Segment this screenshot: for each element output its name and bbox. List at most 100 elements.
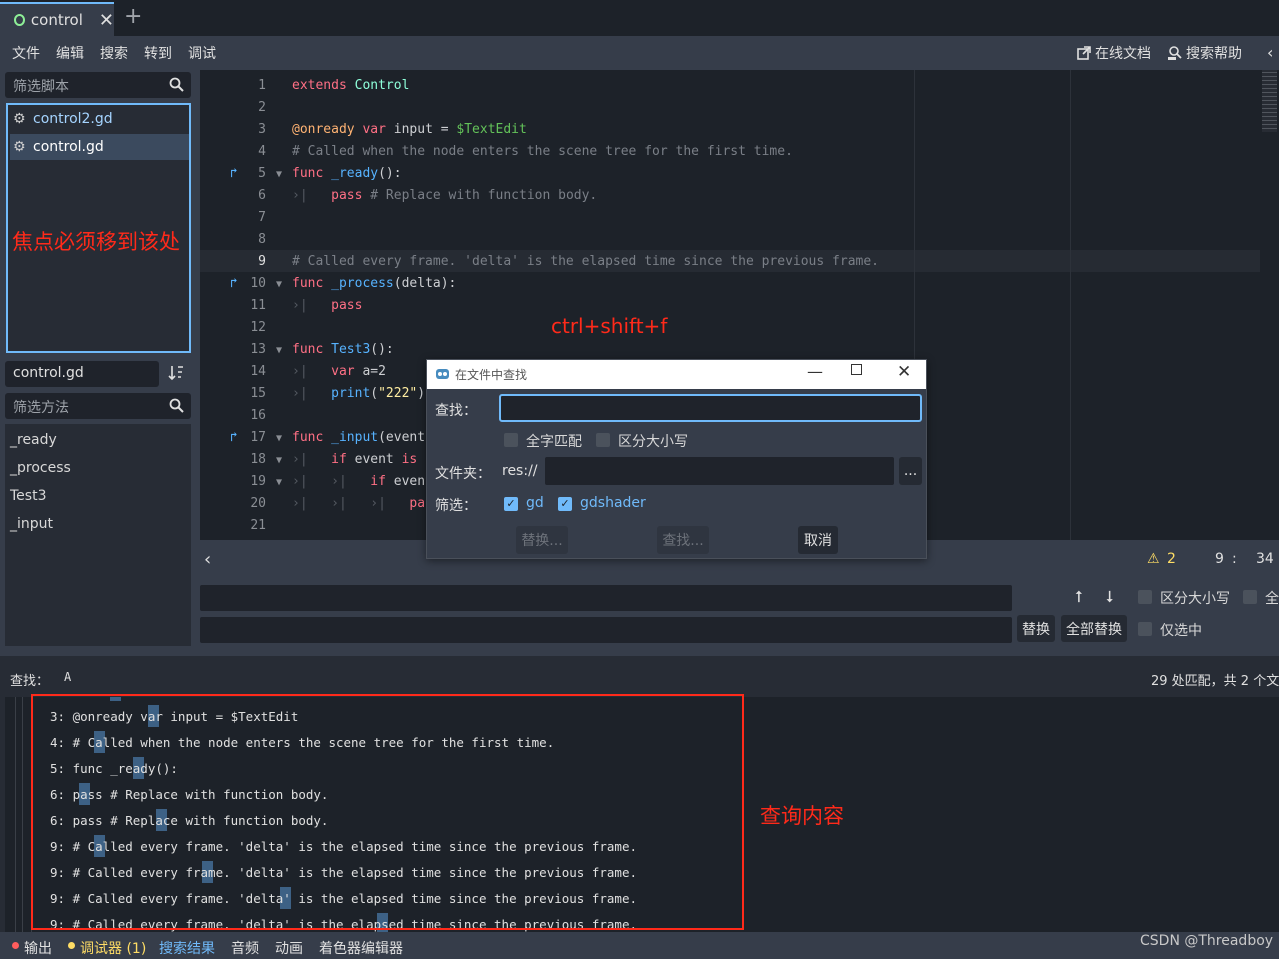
script-item-control[interactable]: ⚙ control.gd	[10, 134, 189, 160]
scripts-filter-input[interactable]: 筛选脚本	[5, 72, 191, 98]
folder-prefix: res://	[502, 463, 538, 479]
whole-words-label: 全	[1265, 591, 1279, 607]
folder-field[interactable]	[545, 457, 894, 485]
tab-control[interactable]: control ✕	[0, 2, 114, 36]
find-label: 查找：	[435, 403, 477, 419]
selection-only-label: 仅选中	[1160, 623, 1202, 639]
previous-match-icon[interactable]: ⭡	[1075, 587, 1083, 607]
online-docs-label: 在线文档	[1095, 46, 1151, 62]
search-help-button[interactable]: 搜索帮助	[1168, 43, 1242, 63]
replace-all-button[interactable]: 全部替换	[1061, 615, 1127, 642]
line-number: 1	[258, 78, 266, 93]
close-icon[interactable]: ✕	[99, 10, 114, 31]
find-files-button[interactable]: 查找...	[657, 526, 709, 554]
method-item[interactable]: Test3	[10, 488, 46, 504]
line-number: 13	[250, 342, 266, 357]
connection-arrow-icon[interactable]: ↱	[230, 430, 238, 445]
tab-animation[interactable]: 动画	[275, 938, 303, 958]
add-tab-icon[interactable]: +	[124, 4, 142, 29]
browse-button[interactable]: ...	[899, 457, 922, 485]
methods-list[interactable]: _ready _process Test3 _input	[5, 424, 191, 646]
find-input[interactable]	[200, 585, 1012, 611]
scene-ring-icon	[14, 14, 25, 26]
current-file-field: control.gd	[5, 361, 159, 387]
cancel-button[interactable]: 取消	[798, 526, 838, 554]
shortcut-annotation: ctrl+shift+f	[551, 314, 668, 338]
script-item-control2[interactable]: ⚙ control2.gd	[10, 106, 189, 132]
fold-chevron-icon[interactable]: ▼	[276, 169, 282, 180]
code-line-1: extends Control	[292, 78, 410, 93]
line-number: 6	[258, 188, 266, 203]
line-number: 14	[250, 364, 266, 379]
find-in-files-dialog: 在文件中查找 — ✕ 查找： 全字匹配 区分大小写 文件夹： res:// ..…	[426, 359, 927, 559]
code-line-10: func _process(delta):	[292, 276, 457, 291]
next-match-icon[interactable]: ⭣	[1106, 587, 1114, 607]
line-number: 16	[250, 408, 266, 423]
tab-search-results[interactable]: 搜索结果	[159, 938, 215, 958]
sort-icon[interactable]	[168, 364, 184, 382]
filter-gd-checkbox[interactable]: ✓	[504, 497, 518, 511]
online-docs-button[interactable]: 在线文档	[1077, 43, 1151, 63]
match-case-checkbox[interactable]	[1138, 590, 1152, 604]
code-line-15: ›| print("222")	[292, 386, 426, 401]
warning-icon[interactable]: ⚠	[1147, 551, 1160, 567]
menu-debug[interactable]: 调试	[188, 43, 216, 63]
whole-words-checkbox[interactable]	[504, 433, 518, 447]
tab-output[interactable]: 输出	[24, 938, 52, 958]
method-item[interactable]: _ready	[10, 432, 57, 448]
methods-filter-input[interactable]: 筛选方法	[5, 393, 191, 419]
connection-arrow-icon[interactable]: ↱	[230, 276, 238, 291]
dialog-titlebar[interactable]: 在文件中查找 — ✕	[427, 360, 926, 389]
code-line-6: ›| pass # Replace with function body.	[292, 188, 598, 203]
menu-file[interactable]: 文件	[12, 43, 40, 63]
filter-gdshader-checkbox[interactable]: ✓	[558, 497, 572, 511]
fold-chevron-icon[interactable]: ▼	[276, 433, 282, 444]
minimize-icon[interactable]: —	[807, 362, 823, 381]
fold-chevron-icon[interactable]: ▼	[276, 477, 282, 488]
godot-logo-icon	[436, 369, 449, 379]
find-field[interactable]	[499, 394, 922, 422]
filter-gd-label: gd	[526, 495, 544, 511]
menu-search[interactable]: 搜索	[100, 43, 128, 63]
collapse-chevron-icon[interactable]: ‹	[1267, 43, 1273, 62]
line-number: 7	[258, 210, 266, 225]
line-number: 19	[250, 474, 266, 489]
gear-icon: ⚙	[13, 139, 26, 155]
fold-chevron-icon[interactable]: ▼	[276, 279, 282, 290]
gear-icon: ⚙	[13, 111, 26, 127]
maximize-icon[interactable]	[851, 364, 862, 375]
match-case-checkbox[interactable]	[596, 433, 610, 447]
error-dot-icon	[12, 942, 19, 949]
fold-chevron-icon[interactable]: ▼	[276, 345, 282, 356]
whole-words-checkbox[interactable]	[1243, 590, 1257, 604]
menu-goto[interactable]: 转到	[144, 43, 172, 63]
cursor-line: 9	[1215, 551, 1224, 567]
menu-edit[interactable]: 编辑	[56, 43, 84, 63]
fold-chevron-icon[interactable]: ▼	[276, 455, 282, 466]
replace-button[interactable]: 替换	[1017, 615, 1055, 642]
code-line-11: ›| pass	[292, 298, 363, 313]
tab-debugger[interactable]: 调试器 (1)	[80, 938, 146, 958]
selection-only-checkbox[interactable]	[1138, 622, 1152, 636]
minimap[interactable]	[1260, 70, 1279, 540]
method-item[interactable]: _process	[10, 460, 71, 476]
method-item[interactable]: _input	[10, 516, 53, 532]
tab-audio[interactable]: 音频	[231, 938, 259, 958]
line-number: 2	[258, 100, 266, 115]
results-annotation-box	[31, 694, 744, 930]
close-icon[interactable]: ✕	[897, 362, 911, 382]
menu-bar: 文件 编辑 搜索 转到 调试 在线文档 搜索帮助 ‹	[0, 36, 1279, 68]
connection-arrow-icon[interactable]: ↱	[230, 166, 238, 181]
current-file-label: control.gd	[13, 365, 84, 381]
toggle-panel-chevron-icon[interactable]: ‹	[204, 549, 211, 570]
replace-files-button[interactable]: 替换...	[516, 526, 568, 554]
replace-input[interactable]	[200, 617, 1012, 643]
warning-count[interactable]: 2	[1167, 551, 1176, 567]
dialog-title: 在文件中查找	[455, 368, 528, 382]
code-line-5: func _ready():	[292, 166, 402, 181]
search-icon	[169, 398, 184, 413]
line-number: 4	[258, 144, 266, 159]
tab-shader-editor[interactable]: 着色器编辑器	[319, 938, 403, 958]
search-summary: 29 处匹配，共 2 个文	[1151, 674, 1279, 689]
filter-gdshader-label: gdshader	[580, 495, 646, 511]
